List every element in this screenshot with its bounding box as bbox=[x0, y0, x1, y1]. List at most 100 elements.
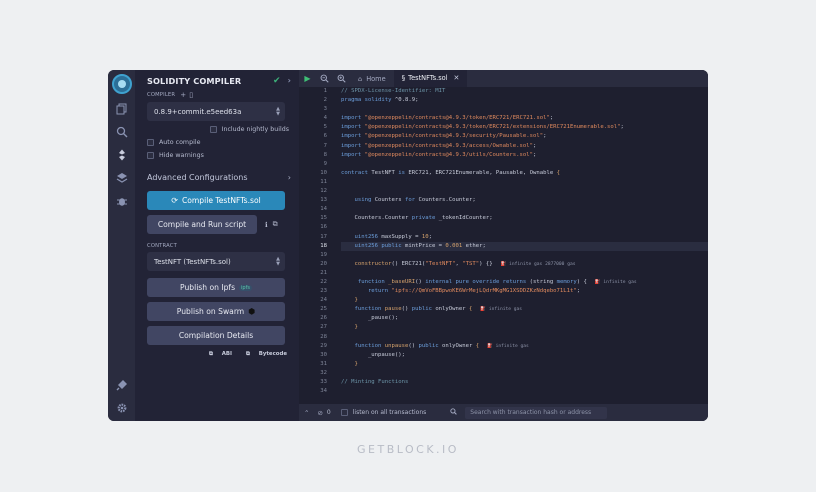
include-nightly-checkbox[interactable] bbox=[209, 126, 217, 133]
solidity-file-icon: § bbox=[401, 74, 406, 82]
code-line: _unpause(); bbox=[341, 351, 405, 358]
code-line: uint256 maxSupply = 10; bbox=[341, 233, 432, 240]
clear-terminal-icon[interactable]: ⊘ bbox=[317, 409, 322, 417]
line-number: 23 bbox=[320, 288, 327, 295]
debugger-bug-icon[interactable] bbox=[108, 190, 135, 212]
line-number: 30 bbox=[320, 351, 327, 358]
copy-icon[interactable]: ⧉ bbox=[273, 220, 278, 229]
editor-tabs: ▶ ⌂ Home § TestNFTs.sol ✕ bbox=[299, 70, 708, 87]
code-editor[interactable]: 1 2 3 4 5 6 7 8 9 10 11 12 13 14 15 16 17 18 19 20 21 22 23 24 2… bbox=[299, 87, 708, 404]
expand-terminal-icon[interactable]: ⌃ bbox=[304, 409, 309, 417]
code-line: Counters.Counter private _tokenIdCounter… bbox=[341, 215, 493, 222]
code-line: pragma solidity ^0.8.9; bbox=[341, 97, 419, 104]
remix-logo-icon[interactable] bbox=[111, 74, 132, 94]
line-number: 20 bbox=[320, 260, 327, 267]
compiler-version-select[interactable]: 0.8.9+commit.e5eed63a ▲ ▼ bbox=[147, 102, 285, 121]
code-line: return "ipfs://QmVoFBBpwoKE6WrMejLQdrMKg… bbox=[341, 288, 581, 295]
copy-icon: ⧉ bbox=[245, 351, 252, 357]
chevron-right-icon: › bbox=[287, 173, 291, 182]
hide-warnings-label: Hide warnings bbox=[159, 152, 204, 159]
swarm-icon: ⬢ bbox=[248, 307, 256, 316]
code-lines: // SPDX-License-Identifier: MIT pragma s… bbox=[335, 87, 708, 404]
tab-home[interactable]: ⌂ Home bbox=[350, 70, 394, 87]
auto-compile-checkbox[interactable] bbox=[147, 139, 154, 146]
code-line: // SPDX-License-Identifier: MIT bbox=[341, 88, 446, 94]
search-icon bbox=[450, 408, 458, 417]
refresh-icon: ⟳ bbox=[171, 196, 178, 205]
deploy-run-icon[interactable] bbox=[108, 167, 135, 189]
code-line: import "@openzeppelin/contracts@4.9.3/ut… bbox=[341, 151, 537, 158]
compiled-check-icon: ✔ bbox=[272, 75, 281, 86]
line-number: 9 bbox=[323, 160, 327, 167]
panel-title: SOLIDITY COMPILER bbox=[147, 75, 242, 86]
copy-icon: ⧉ bbox=[208, 351, 215, 357]
updown-icon: ▲ ▼ bbox=[276, 255, 280, 267]
close-tab-icon[interactable]: ✕ bbox=[454, 74, 460, 82]
line-number: 15 bbox=[320, 215, 327, 222]
bytecode-copy-link[interactable]: ⧉ Bytecode bbox=[239, 351, 287, 358]
line-number: 26 bbox=[320, 315, 327, 322]
code-line: function _baseURI() internal pure overri… bbox=[341, 278, 637, 285]
code-line: _pause(); bbox=[341, 315, 399, 322]
zoom-in-icon[interactable] bbox=[333, 70, 350, 87]
code-line: } bbox=[341, 324, 358, 331]
compile-button[interactable]: ⟳ Compile TestNFTs.sol bbox=[147, 191, 285, 210]
line-number: 14 bbox=[320, 206, 327, 213]
line-number: 11 bbox=[320, 178, 327, 185]
advanced-configurations-toggle[interactable]: Advanced Configurations › bbox=[147, 173, 291, 182]
search-icon[interactable] bbox=[108, 121, 135, 143]
abi-copy-link[interactable]: ⧉ ABI bbox=[202, 351, 232, 358]
info-icon[interactable]: ℹ bbox=[265, 221, 268, 229]
line-number: 25 bbox=[320, 306, 327, 313]
line-number: 16 bbox=[320, 224, 327, 231]
file-explorer-icon[interactable] bbox=[108, 98, 135, 120]
tab-testnfts-sol[interactable]: § TestNFTs.sol ✕ bbox=[393, 70, 468, 87]
add-icon[interactable]: + bbox=[180, 91, 186, 99]
line-number: 21 bbox=[320, 269, 327, 276]
publish-swarm-button[interactable]: Publish on Swarm ⬢ bbox=[147, 302, 285, 321]
code-line: import "@openzeppelin/contracts@4.9.3/to… bbox=[341, 124, 624, 131]
hide-warnings-checkbox[interactable] bbox=[147, 152, 154, 159]
listen-all-checkbox[interactable] bbox=[340, 409, 348, 416]
line-number: 17 bbox=[320, 233, 327, 240]
code-line: // Minting Functions bbox=[341, 379, 409, 385]
solidity-compiler-icon[interactable] bbox=[108, 144, 135, 166]
getblock-watermark: GETBLOCK.IO bbox=[357, 443, 459, 456]
publish-ipfs-button[interactable]: Publish on Ipfs ipfs bbox=[147, 278, 285, 297]
line-number: 24 bbox=[320, 297, 327, 304]
code-line: constructor() ERC721("TestNFT", "TST") {… bbox=[341, 260, 576, 267]
run-play-icon[interactable]: ▶ bbox=[299, 70, 316, 87]
line-number: 34 bbox=[320, 388, 327, 395]
line-number: 3 bbox=[323, 106, 327, 113]
terminal-bar: ⌃ ⊘ 0 listen on all transactions Search … bbox=[299, 404, 708, 421]
plugin-manager-icon[interactable] bbox=[108, 374, 135, 396]
line-number: 4 bbox=[323, 115, 327, 122]
line-number: 1 bbox=[323, 88, 327, 94]
line-number: 13 bbox=[320, 197, 327, 204]
solidity-compiler-panel: SOLIDITY COMPILER ✔ › COMPILER + ▯ 0.8.9… bbox=[135, 70, 299, 421]
home-icon: ⌂ bbox=[358, 74, 363, 83]
code-line: using Counters for Counters.Counter; bbox=[341, 197, 476, 204]
transaction-search-input[interactable]: Search with transaction hash or address bbox=[465, 406, 608, 419]
line-number: 27 bbox=[320, 324, 327, 331]
line-number: 6 bbox=[323, 133, 327, 140]
document-icon[interactable]: ▯ bbox=[189, 91, 193, 99]
zoom-out-icon[interactable] bbox=[316, 70, 333, 87]
chevron-right-icon[interactable]: › bbox=[288, 76, 291, 85]
compilation-details-button[interactable]: Compilation Details bbox=[147, 326, 285, 345]
contract-select[interactable]: TestNFT (TestNFTs.sol) ▲ ▼ bbox=[147, 252, 285, 271]
settings-gear-icon[interactable] bbox=[108, 397, 135, 419]
code-line: contract TestNFT is ERC721, ERC721Enumer… bbox=[341, 169, 560, 176]
line-number: 22 bbox=[320, 278, 327, 285]
line-number: 31 bbox=[320, 360, 327, 367]
compile-and-run-button[interactable]: Compile and Run script bbox=[147, 215, 257, 234]
